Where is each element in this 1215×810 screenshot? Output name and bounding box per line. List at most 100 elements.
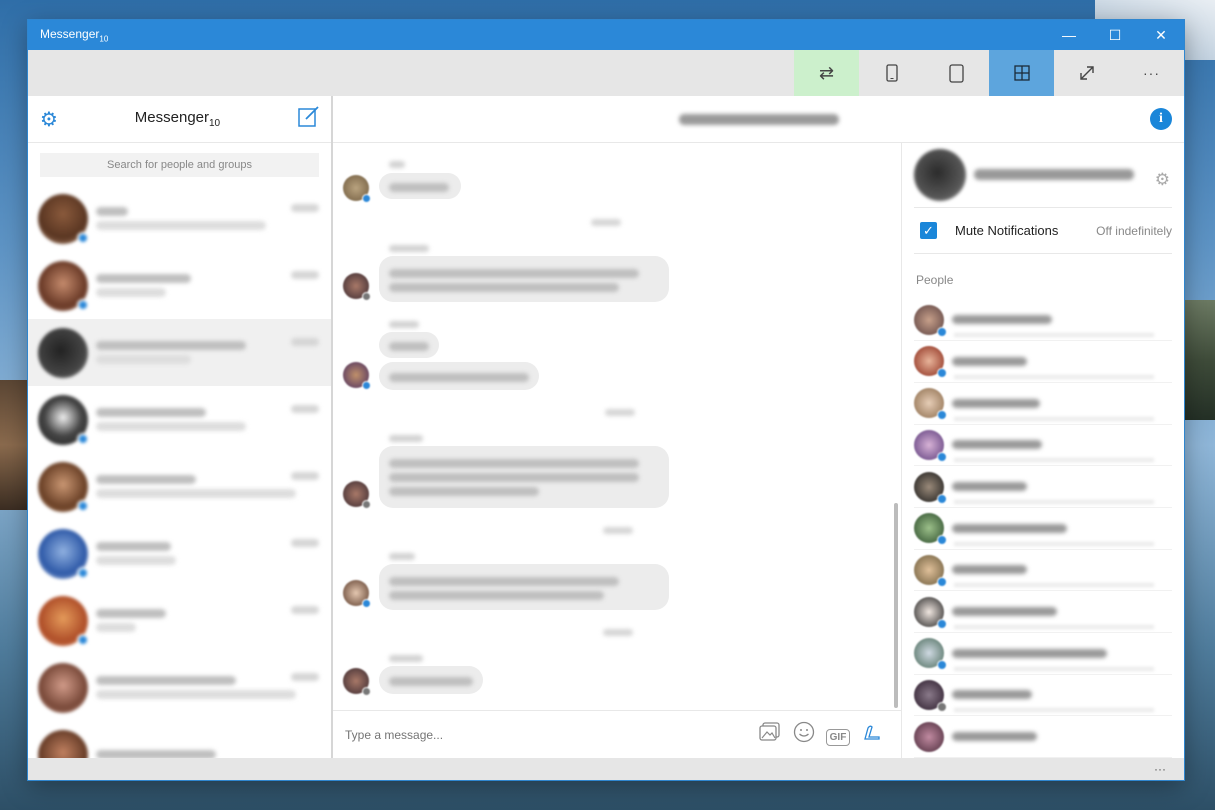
photo-attach-icon[interactable] (753, 722, 787, 747)
message-composer: GIF (333, 710, 901, 758)
conversation-item[interactable] (28, 252, 331, 319)
conversation-avatar (914, 148, 966, 201)
messenger-badge-icon (77, 633, 89, 646)
phone-icon (885, 64, 898, 82)
info-icon[interactable]: i (1150, 108, 1172, 130)
person-row[interactable] (914, 425, 1172, 467)
view-toolbar: ⇄ ··· (28, 50, 1184, 96)
conversation-item[interactable] (28, 185, 331, 252)
status-more-icon[interactable]: ··· (1154, 762, 1166, 776)
conversation-item[interactable] (28, 520, 331, 587)
messenger-badge-icon (937, 576, 947, 587)
phone-view-button[interactable] (859, 50, 924, 96)
message-bubble[interactable] (379, 446, 669, 508)
message-bubble[interactable] (379, 362, 539, 390)
message-scrollbar[interactable] (894, 503, 898, 708)
more-options-button[interactable]: ··· (1119, 50, 1184, 96)
avatar (38, 260, 89, 311)
fullscreen-button[interactable] (1054, 50, 1119, 96)
mute-checkbox[interactable]: ✓ (920, 222, 937, 240)
facebook-badge-icon (362, 292, 371, 301)
person-row[interactable] (914, 299, 1172, 342)
tablet-view-button[interactable] (924, 50, 989, 96)
mute-label: Mute Notifications (955, 223, 1059, 239)
desktop-rock-left (0, 380, 30, 510)
conversation-settings-gear-icon[interactable]: ⚙ (1155, 170, 1170, 190)
person-row[interactable] (914, 550, 1172, 592)
avatar (38, 461, 89, 512)
person-row[interactable] (914, 633, 1172, 675)
chat-body: GIF ⚙ ✓ Mute Notification (333, 143, 1184, 758)
messenger-badge-icon (937, 451, 947, 462)
swap-icon: ⇄ (818, 62, 835, 83)
messenger-window: Messenger10 — ☐ ✕ ⇄ ··· ⚙ Messenger10 Se… (28, 20, 1184, 780)
messenger-badge-icon (937, 493, 947, 504)
avatar (38, 394, 89, 445)
chat-title-redacted (678, 113, 839, 125)
conversation-item[interactable] (28, 453, 331, 520)
title-bar[interactable]: Messenger10 — ☐ ✕ (28, 20, 1184, 50)
message-bubble[interactable] (379, 332, 439, 358)
messenger-badge-icon (77, 231, 89, 244)
people-list (914, 299, 1172, 758)
sidebar-title: Messenger10 (134, 109, 221, 129)
fullscreen-icon (1079, 66, 1094, 80)
grid-icon (1013, 65, 1030, 81)
window-controls: — ☐ ✕ (1046, 20, 1184, 50)
message-bubble[interactable] (379, 173, 461, 199)
messenger-badge-icon (362, 599, 371, 608)
window-title: Messenger10 (40, 26, 109, 44)
main-content: ⚙ Messenger10 Search for people and grou… (28, 96, 1184, 758)
message-bubble[interactable] (379, 564, 669, 610)
messenger-badge-icon (937, 660, 947, 671)
messenger-badge-icon (937, 326, 947, 337)
messenger-badge-icon (937, 535, 947, 546)
more-icon: ··· (1143, 65, 1160, 81)
gif-label: GIF (825, 728, 851, 746)
conversation-sidebar: ⚙ Messenger10 Search for people and grou… (28, 96, 333, 758)
close-button[interactable]: ✕ (1138, 20, 1184, 50)
people-heading: People (916, 273, 954, 288)
conversation-item[interactable] (28, 587, 331, 654)
message-bubble[interactable] (379, 666, 483, 694)
messenger-badge-icon (362, 194, 371, 203)
messenger-badge-icon (77, 566, 89, 579)
avatar (38, 662, 88, 713)
message-thread (333, 143, 901, 710)
facebook-badge-icon (362, 500, 371, 509)
mute-notifications-row[interactable]: ✓ Mute Notifications Off indefinitely (914, 208, 1172, 255)
person-row[interactable] (914, 591, 1172, 633)
desktop-rock-right (1183, 300, 1215, 420)
status-bar: ··· (28, 758, 1184, 780)
messenger-badge-icon (77, 298, 89, 311)
person-row[interactable] (914, 675, 1172, 717)
settings-gear-icon[interactable]: ⚙ (40, 107, 58, 132)
chat-header: i (333, 96, 1184, 143)
conversation-item[interactable] (28, 721, 331, 758)
swap-view-button[interactable]: ⇄ (794, 50, 859, 96)
messenger-badge-icon (937, 368, 947, 379)
person-row[interactable] (914, 341, 1172, 383)
conversation-item[interactable] (28, 654, 331, 721)
person-row[interactable] (914, 716, 1172, 758)
emoji-icon[interactable] (787, 721, 821, 748)
messenger-badge-icon (362, 381, 371, 390)
messenger-badge-icon (77, 499, 89, 512)
sidebar-header: ⚙ Messenger10 (28, 96, 331, 143)
minimize-button[interactable]: — (1046, 20, 1092, 50)
like-thumb-icon[interactable] (855, 722, 889, 747)
message-bubble[interactable] (379, 256, 669, 302)
conversation-item[interactable] (28, 386, 331, 453)
message-input[interactable] (345, 727, 753, 742)
maximize-button[interactable]: ☐ (1092, 20, 1138, 50)
search-input[interactable]: Search for people and groups (40, 153, 319, 177)
compose-new-message-icon[interactable] (297, 105, 321, 134)
person-row[interactable] (914, 508, 1172, 550)
person-row[interactable] (914, 466, 1172, 508)
info-panel: ⚙ ✓ Mute Notifications Off indefinitely … (902, 143, 1184, 758)
grid-view-button[interactable] (989, 50, 1054, 96)
gif-button[interactable]: GIF (821, 725, 855, 746)
conversation-item-selected[interactable] (28, 319, 331, 386)
person-row[interactable] (914, 383, 1172, 425)
avatar (38, 595, 89, 646)
